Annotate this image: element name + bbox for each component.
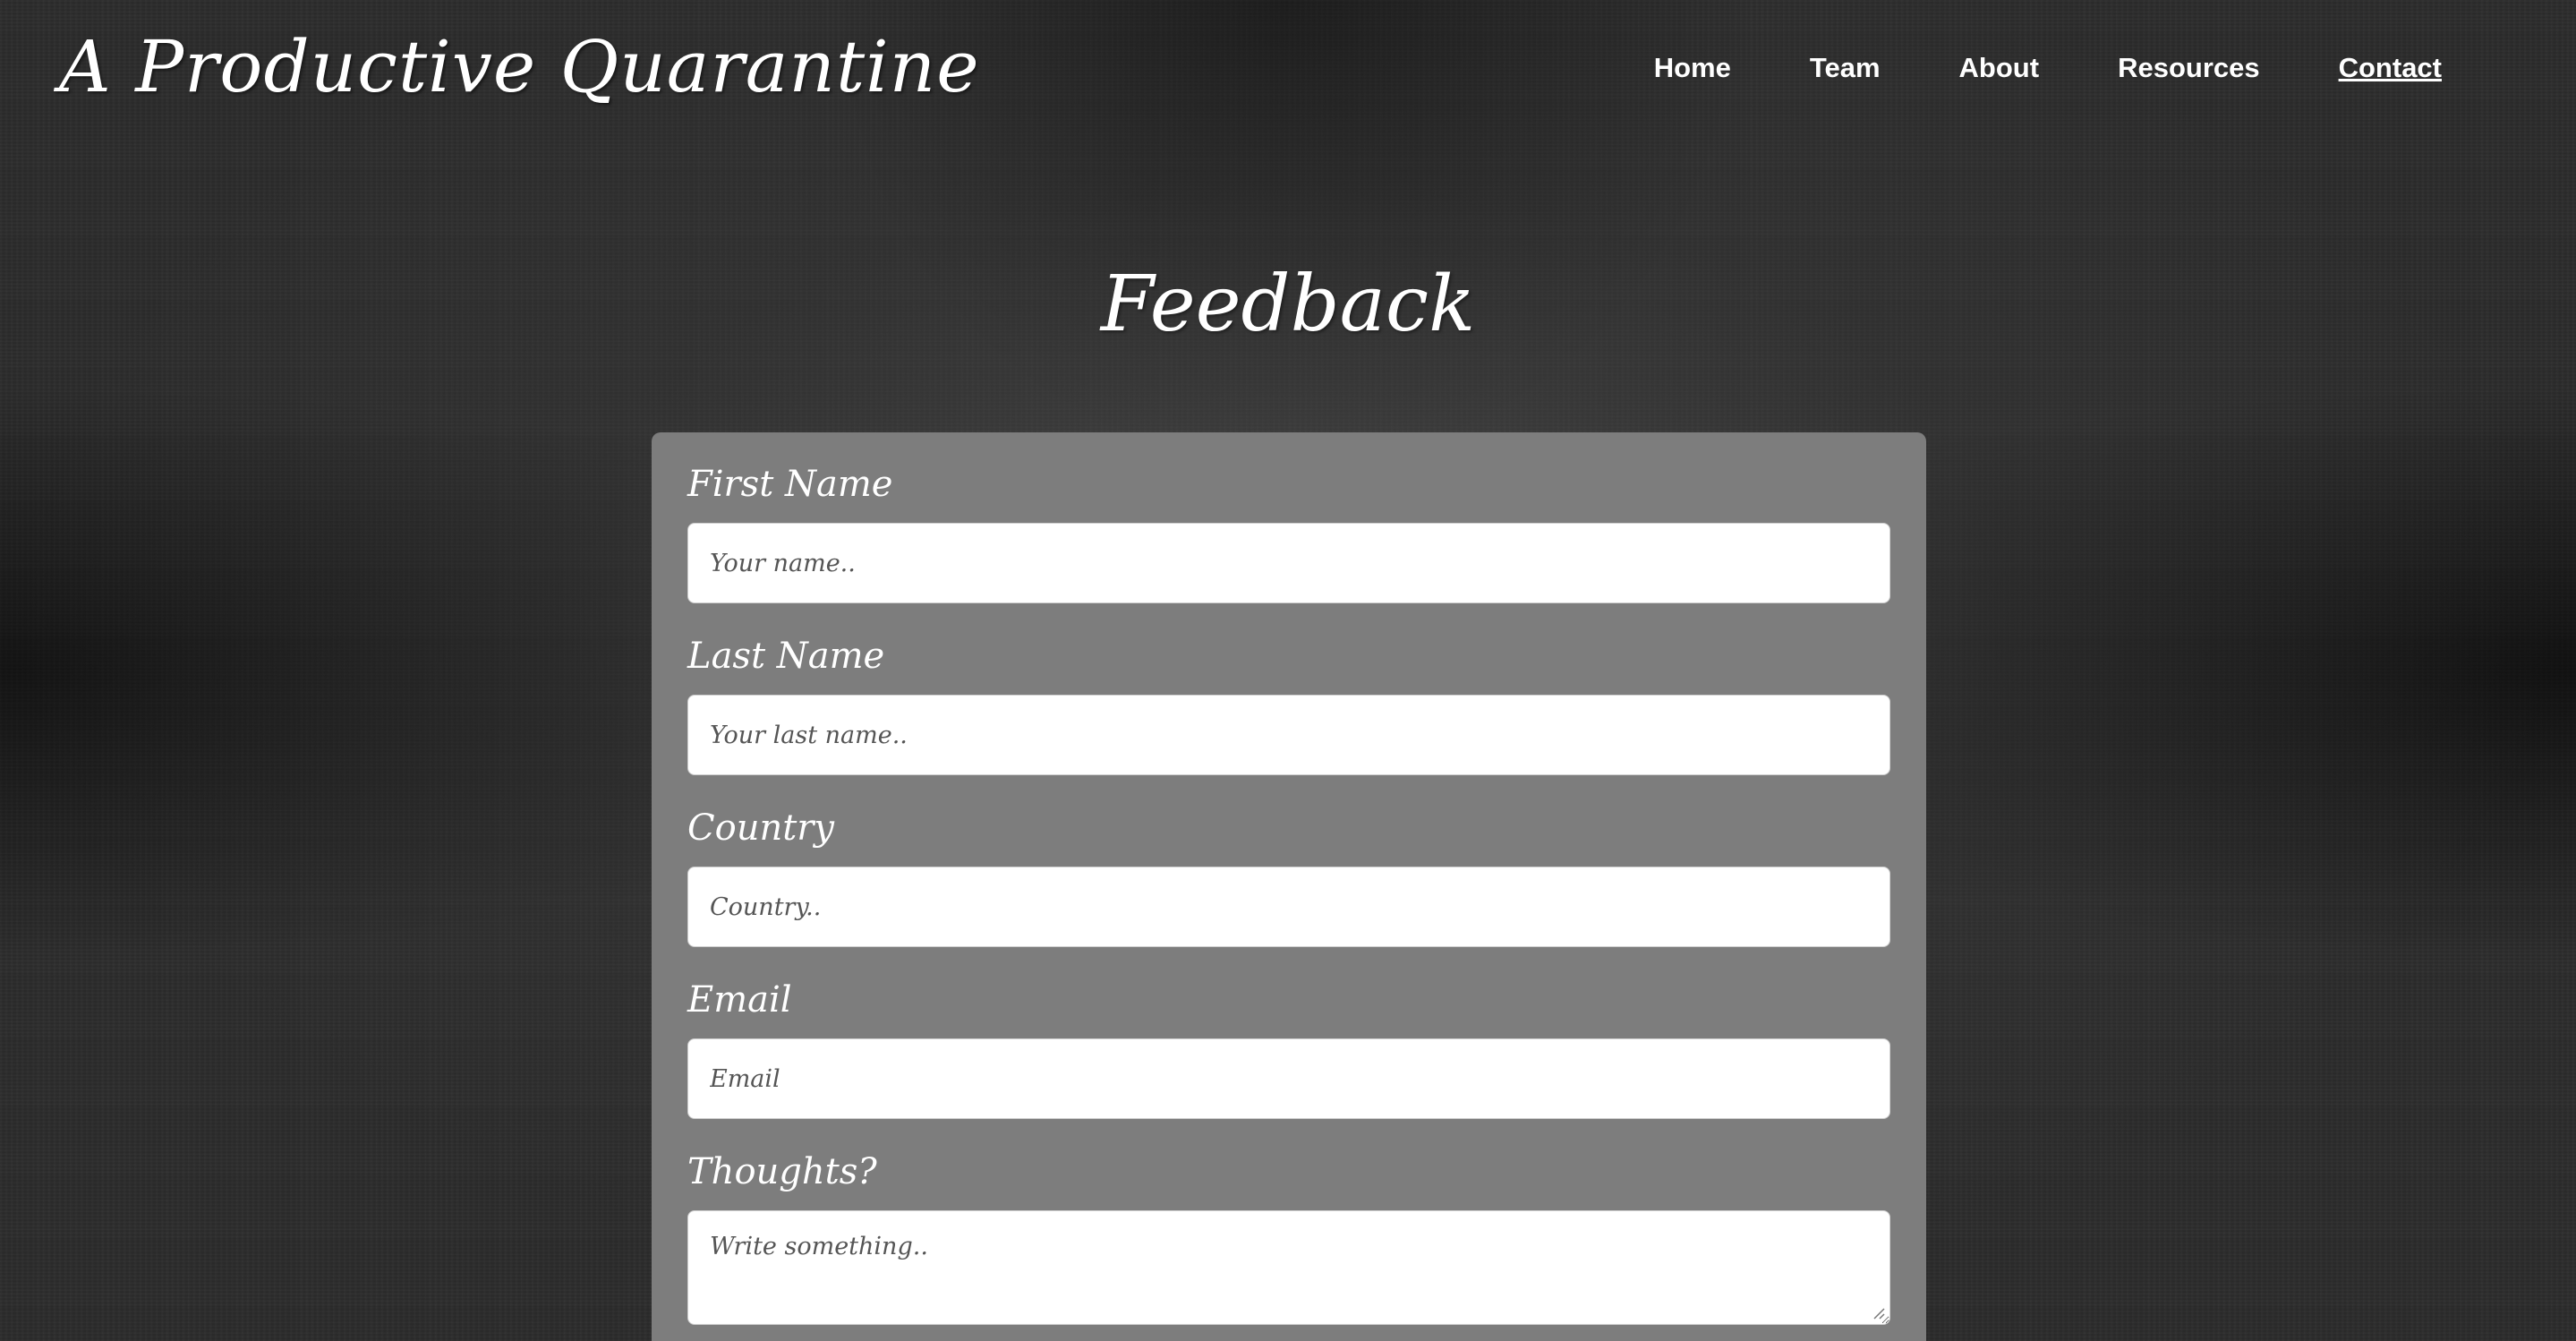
thoughts-textarea[interactable] (687, 1210, 1890, 1325)
country-group: Country (687, 806, 1890, 947)
email-label: Email (687, 979, 792, 1021)
country-label: Country (687, 807, 835, 849)
first-name-label: First Name (687, 464, 893, 505)
thoughts-label: Thoughts? (687, 1151, 877, 1192)
first-name-input[interactable] (687, 523, 1890, 603)
last-name-label: Last Name (687, 636, 885, 677)
first-name-group: First Name (687, 462, 1890, 603)
email-group: Email (687, 978, 1890, 1119)
nav-resources-link[interactable]: Resources (2118, 52, 2260, 84)
last-name-group: Last Name (687, 634, 1890, 775)
thoughts-wrapper (687, 1210, 1890, 1325)
nav-about-link[interactable]: About (1959, 52, 2040, 84)
site-header: A Productive Quarantine Home Team About … (0, 0, 2576, 143)
site-brand[interactable]: A Productive Quarantine (59, 25, 980, 108)
thoughts-group: Thoughts? (687, 1149, 1890, 1325)
page-title: Feedback (1100, 260, 1476, 349)
nav-team-link[interactable]: Team (1810, 52, 1881, 84)
email-input[interactable] (687, 1038, 1890, 1119)
last-name-input[interactable] (687, 695, 1890, 775)
main-nav: Home Team About Resources Contact (1575, 52, 2442, 84)
country-input[interactable] (687, 867, 1890, 947)
feedback-form: First Name Last Name Country Email Thoug… (652, 432, 1926, 1341)
nav-contact-link[interactable]: Contact (2339, 52, 2442, 84)
nav-home-link[interactable]: Home (1654, 52, 1731, 84)
